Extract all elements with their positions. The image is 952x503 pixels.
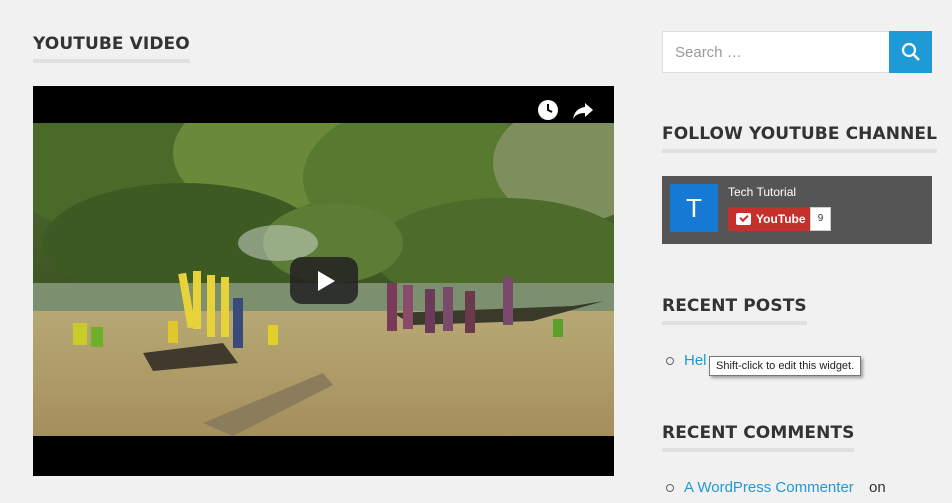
comment-author-link[interactable]: A WordPress Commenter <box>684 479 854 496</box>
channel-avatar[interactable]: T <box>670 184 718 232</box>
play-icon[interactable] <box>290 257 358 304</box>
search-button[interactable] <box>889 31 932 73</box>
subscriber-count: 9 <box>810 207 831 231</box>
youtube-button-label: YouTube <box>756 212 806 226</box>
list-bullet <box>666 484 674 492</box>
youtube-video-player[interactable] <box>33 86 614 476</box>
comment-suffix: on <box>869 479 886 496</box>
follow-channel-heading: FOLLOW YOUTUBE CHANNEL <box>662 124 938 153</box>
youtube-subscribe-button[interactable]: YouTube <box>728 207 810 231</box>
youtube-video-heading: YOUTUBE VIDEO <box>33 34 190 63</box>
recent-post-link[interactable]: Hel <box>684 352 707 369</box>
search-input[interactable] <box>662 31 890 73</box>
youtube-logo-icon <box>736 213 751 225</box>
recent-comments-heading: RECENT COMMENTS <box>662 423 855 452</box>
share-arrow-icon[interactable] <box>571 98 595 122</box>
channel-name[interactable]: Tech Tutorial <box>728 185 796 199</box>
clock-icon[interactable] <box>536 98 560 122</box>
youtube-channel-widget: T Tech Tutorial YouTube 9 <box>662 176 932 244</box>
search-icon <box>901 42 920 61</box>
list-bullet <box>666 357 674 365</box>
recent-posts-heading: RECENT POSTS <box>662 296 807 325</box>
edit-widget-tooltip: Shift-click to edit this widget. <box>709 356 862 376</box>
